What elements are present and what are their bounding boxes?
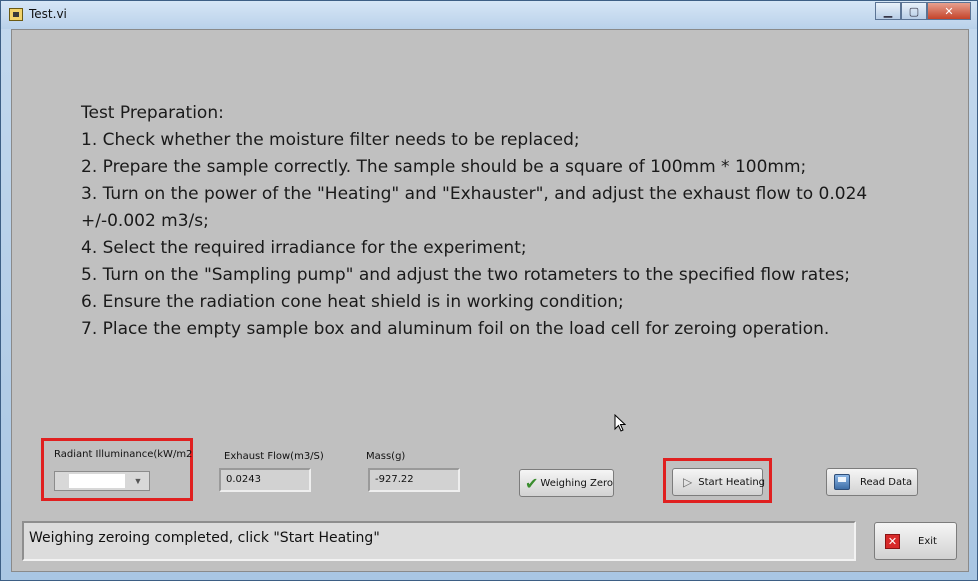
app-window: Test.vi ▁ ▢ ✕ Test Preparation: 1. Check… <box>0 0 978 581</box>
minimize-button[interactable]: ▁ <box>875 2 901 20</box>
radiant-illuminance-highlight <box>41 438 193 501</box>
instruction-step-1: 1. Check whether the moisture filter nee… <box>81 130 580 150</box>
close-icon: ✕ <box>885 533 900 549</box>
window-controls: ▁ ▢ ✕ <box>875 2 971 20</box>
close-button[interactable]: ✕ <box>927 2 971 20</box>
checkmark-icon: ✔ <box>525 473 539 493</box>
labview-icon <box>9 8 23 21</box>
instruction-step-6: 6. Ensure the radiation cone heat shield… <box>81 292 624 312</box>
instruction-step-3: 3. Turn on the power of the "Heating" an… <box>81 184 868 231</box>
title-bar: Test.vi ▁ ▢ ✕ <box>1 1 977 29</box>
instruction-step-4: 4. Select the required irradiance for th… <box>81 238 527 258</box>
radiant-illuminance-dropdown[interactable]: ▼ <box>54 471 150 491</box>
radiant-illuminance-value <box>69 474 125 488</box>
mass-label: Mass(g) <box>366 451 406 462</box>
instruction-step-5: 5. Turn on the "Sampling pump" and adjus… <box>81 265 850 285</box>
mass-indicator: -927.22 <box>368 468 460 492</box>
play-icon: ▷ <box>683 475 693 489</box>
read-data-label: Read Data <box>860 476 913 488</box>
exhaust-flow-indicator: 0.0243 <box>219 468 311 492</box>
instructions-text: Test Preparation: 1. Check whether the m… <box>81 100 911 343</box>
radiant-illuminance-label: Radiant Illuminance(kW/m2 <box>54 449 193 460</box>
front-panel: Test Preparation: 1. Check whether the m… <box>11 29 969 572</box>
chevron-down-icon[interactable]: ▼ <box>129 474 147 488</box>
start-heating-label: Start Heating <box>698 476 766 488</box>
mouse-cursor-icon <box>614 414 626 432</box>
weighing-zero-button[interactable]: ✔ Weighing Zero <box>519 469 614 497</box>
exit-button[interactable]: ✕ Exit <box>874 522 957 560</box>
read-data-icon <box>834 474 850 490</box>
exit-label: Exit <box>918 535 937 547</box>
status-message: Weighing zeroing completed, click "Start… <box>22 521 856 561</box>
window-title: Test.vi <box>29 7 67 21</box>
instruction-step-2: 2. Prepare the sample correctly. The sam… <box>81 157 807 177</box>
read-data-button[interactable]: Read Data <box>826 468 918 496</box>
instructions-heading: Test Preparation: <box>81 103 224 123</box>
exhaust-flow-label: Exhaust Flow(m3/S) <box>224 451 324 462</box>
start-heating-button[interactable]: ▷ Start Heating <box>672 468 766 496</box>
instruction-step-7: 7. Place the empty sample box and alumin… <box>81 319 830 339</box>
weighing-zero-label: Weighing Zero <box>540 477 613 489</box>
maximize-button[interactable]: ▢ <box>901 2 927 20</box>
